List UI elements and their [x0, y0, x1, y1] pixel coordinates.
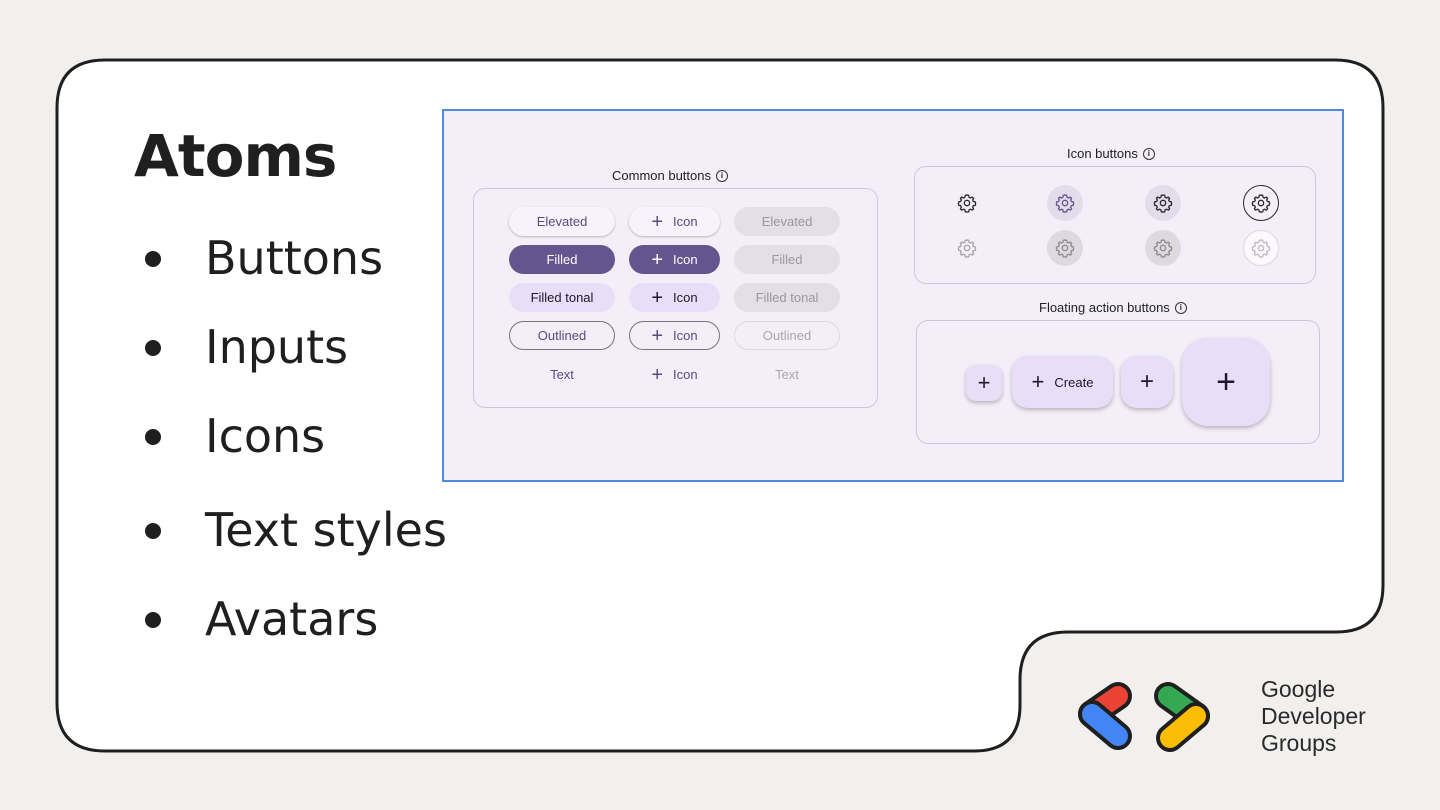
bullet-dot	[145, 339, 161, 356]
common-buttons-label-text: Common buttons	[612, 168, 711, 183]
bullet-item: Text styles	[145, 503, 447, 557]
plus-icon: +	[651, 210, 664, 233]
plus-icon: +	[1216, 362, 1236, 401]
bullet-text: Text styles	[205, 503, 447, 557]
bullet-text: Avatars	[205, 592, 379, 646]
info-icon[interactable]: i	[1174, 301, 1187, 314]
slide-title: Atoms	[134, 122, 337, 190]
info-icon[interactable]: i	[716, 169, 728, 182]
text-icon-button[interactable]: + Icon	[629, 360, 720, 389]
extended-fab-label: Create	[1054, 374, 1094, 390]
gear-icon	[1251, 194, 1271, 213]
filled-icon-button-toggle[interactable]	[1047, 185, 1083, 221]
plus-icon: +	[1139, 368, 1154, 395]
bullet-item: Avatars	[145, 592, 378, 646]
outlined-button[interactable]: Outlined	[509, 321, 615, 350]
gear-icon	[1055, 194, 1075, 213]
filled-icon-button[interactable]: + Icon	[629, 245, 720, 274]
icon-buttons-panel	[914, 166, 1316, 284]
bullet-item: Inputs	[145, 320, 348, 374]
filled-button-disabled: Filled	[734, 245, 840, 274]
bullet-dot	[145, 611, 161, 628]
outlined-icon-button[interactable]: + Icon	[629, 321, 720, 350]
filled-icon-button-disabled	[1047, 230, 1083, 266]
gdg-logo	[1078, 682, 1210, 752]
bullet-dot	[145, 428, 161, 445]
outlined-button-disabled: Outlined	[734, 321, 840, 350]
plus-icon: +	[651, 248, 664, 271]
large-fab[interactable]: +	[1182, 338, 1270, 426]
small-fab[interactable]: +	[966, 365, 1002, 401]
icon-buttons-label-text: Icon buttons	[1067, 146, 1138, 161]
bullet-dot	[145, 250, 161, 267]
gdg-line-1: Google	[1261, 676, 1336, 702]
gdg-line-3: Groups	[1261, 730, 1337, 756]
component-screenshot: Common buttons i Elevated + Icon Elevated …	[442, 109, 1344, 482]
gear-icon	[957, 194, 977, 213]
elevated-button[interactable]: Elevated	[509, 207, 615, 236]
fab-label-text: Floating action buttons	[1039, 300, 1170, 315]
filled-tonal-icon-button[interactable]: + Icon	[629, 283, 720, 312]
gdg-line-2: Developer	[1261, 703, 1366, 729]
standard-icon-button-disabled	[949, 230, 985, 266]
outlined-icon-button[interactable]	[1243, 185, 1279, 221]
bullet-text: Buttons	[205, 231, 384, 285]
common-buttons-label: Common buttons i	[612, 168, 728, 183]
plus-icon: +	[651, 363, 664, 386]
gear-icon	[1153, 239, 1173, 258]
gear-icon	[957, 239, 977, 258]
text-button-disabled: Text	[775, 367, 799, 382]
bullet-dot	[145, 522, 161, 539]
gear-icon	[1055, 239, 1075, 258]
bullet-text: Icons	[205, 409, 326, 463]
bullet-text: Inputs	[205, 320, 349, 374]
filled-tonal-button[interactable]: Filled tonal	[509, 283, 615, 312]
elevated-icon-button[interactable]: + Icon	[629, 207, 720, 236]
gear-icon	[1153, 194, 1173, 213]
plus-icon: +	[977, 370, 991, 395]
filled-button[interactable]: Filled	[509, 245, 615, 274]
gear-icon	[1251, 239, 1271, 258]
extended-fab[interactable]: + Create	[1012, 356, 1113, 408]
bullet-item: Buttons	[145, 231, 383, 285]
standard-icon-button[interactable]	[949, 185, 985, 221]
outlined-icon-button-disabled	[1243, 230, 1279, 266]
icon-buttons-label: Icon buttons i	[1067, 146, 1155, 161]
fab[interactable]: +	[1121, 356, 1173, 408]
info-icon[interactable]: i	[1142, 147, 1155, 160]
bullet-item: Icons	[145, 409, 325, 463]
plus-icon: +	[651, 286, 664, 309]
plus-icon: +	[651, 324, 664, 347]
elevated-button-disabled: Elevated	[734, 207, 840, 236]
tonal-icon-button-disabled	[1145, 230, 1181, 266]
plus-icon: +	[1031, 369, 1045, 394]
text-button[interactable]: Text	[509, 360, 615, 389]
gdg-wordmark: Google Developer Groups	[1261, 676, 1366, 757]
fab-label: Floating action buttons i	[1039, 300, 1187, 315]
filled-tonal-button-disabled: Filled tonal	[734, 283, 840, 312]
tonal-icon-button[interactable]	[1145, 185, 1181, 221]
